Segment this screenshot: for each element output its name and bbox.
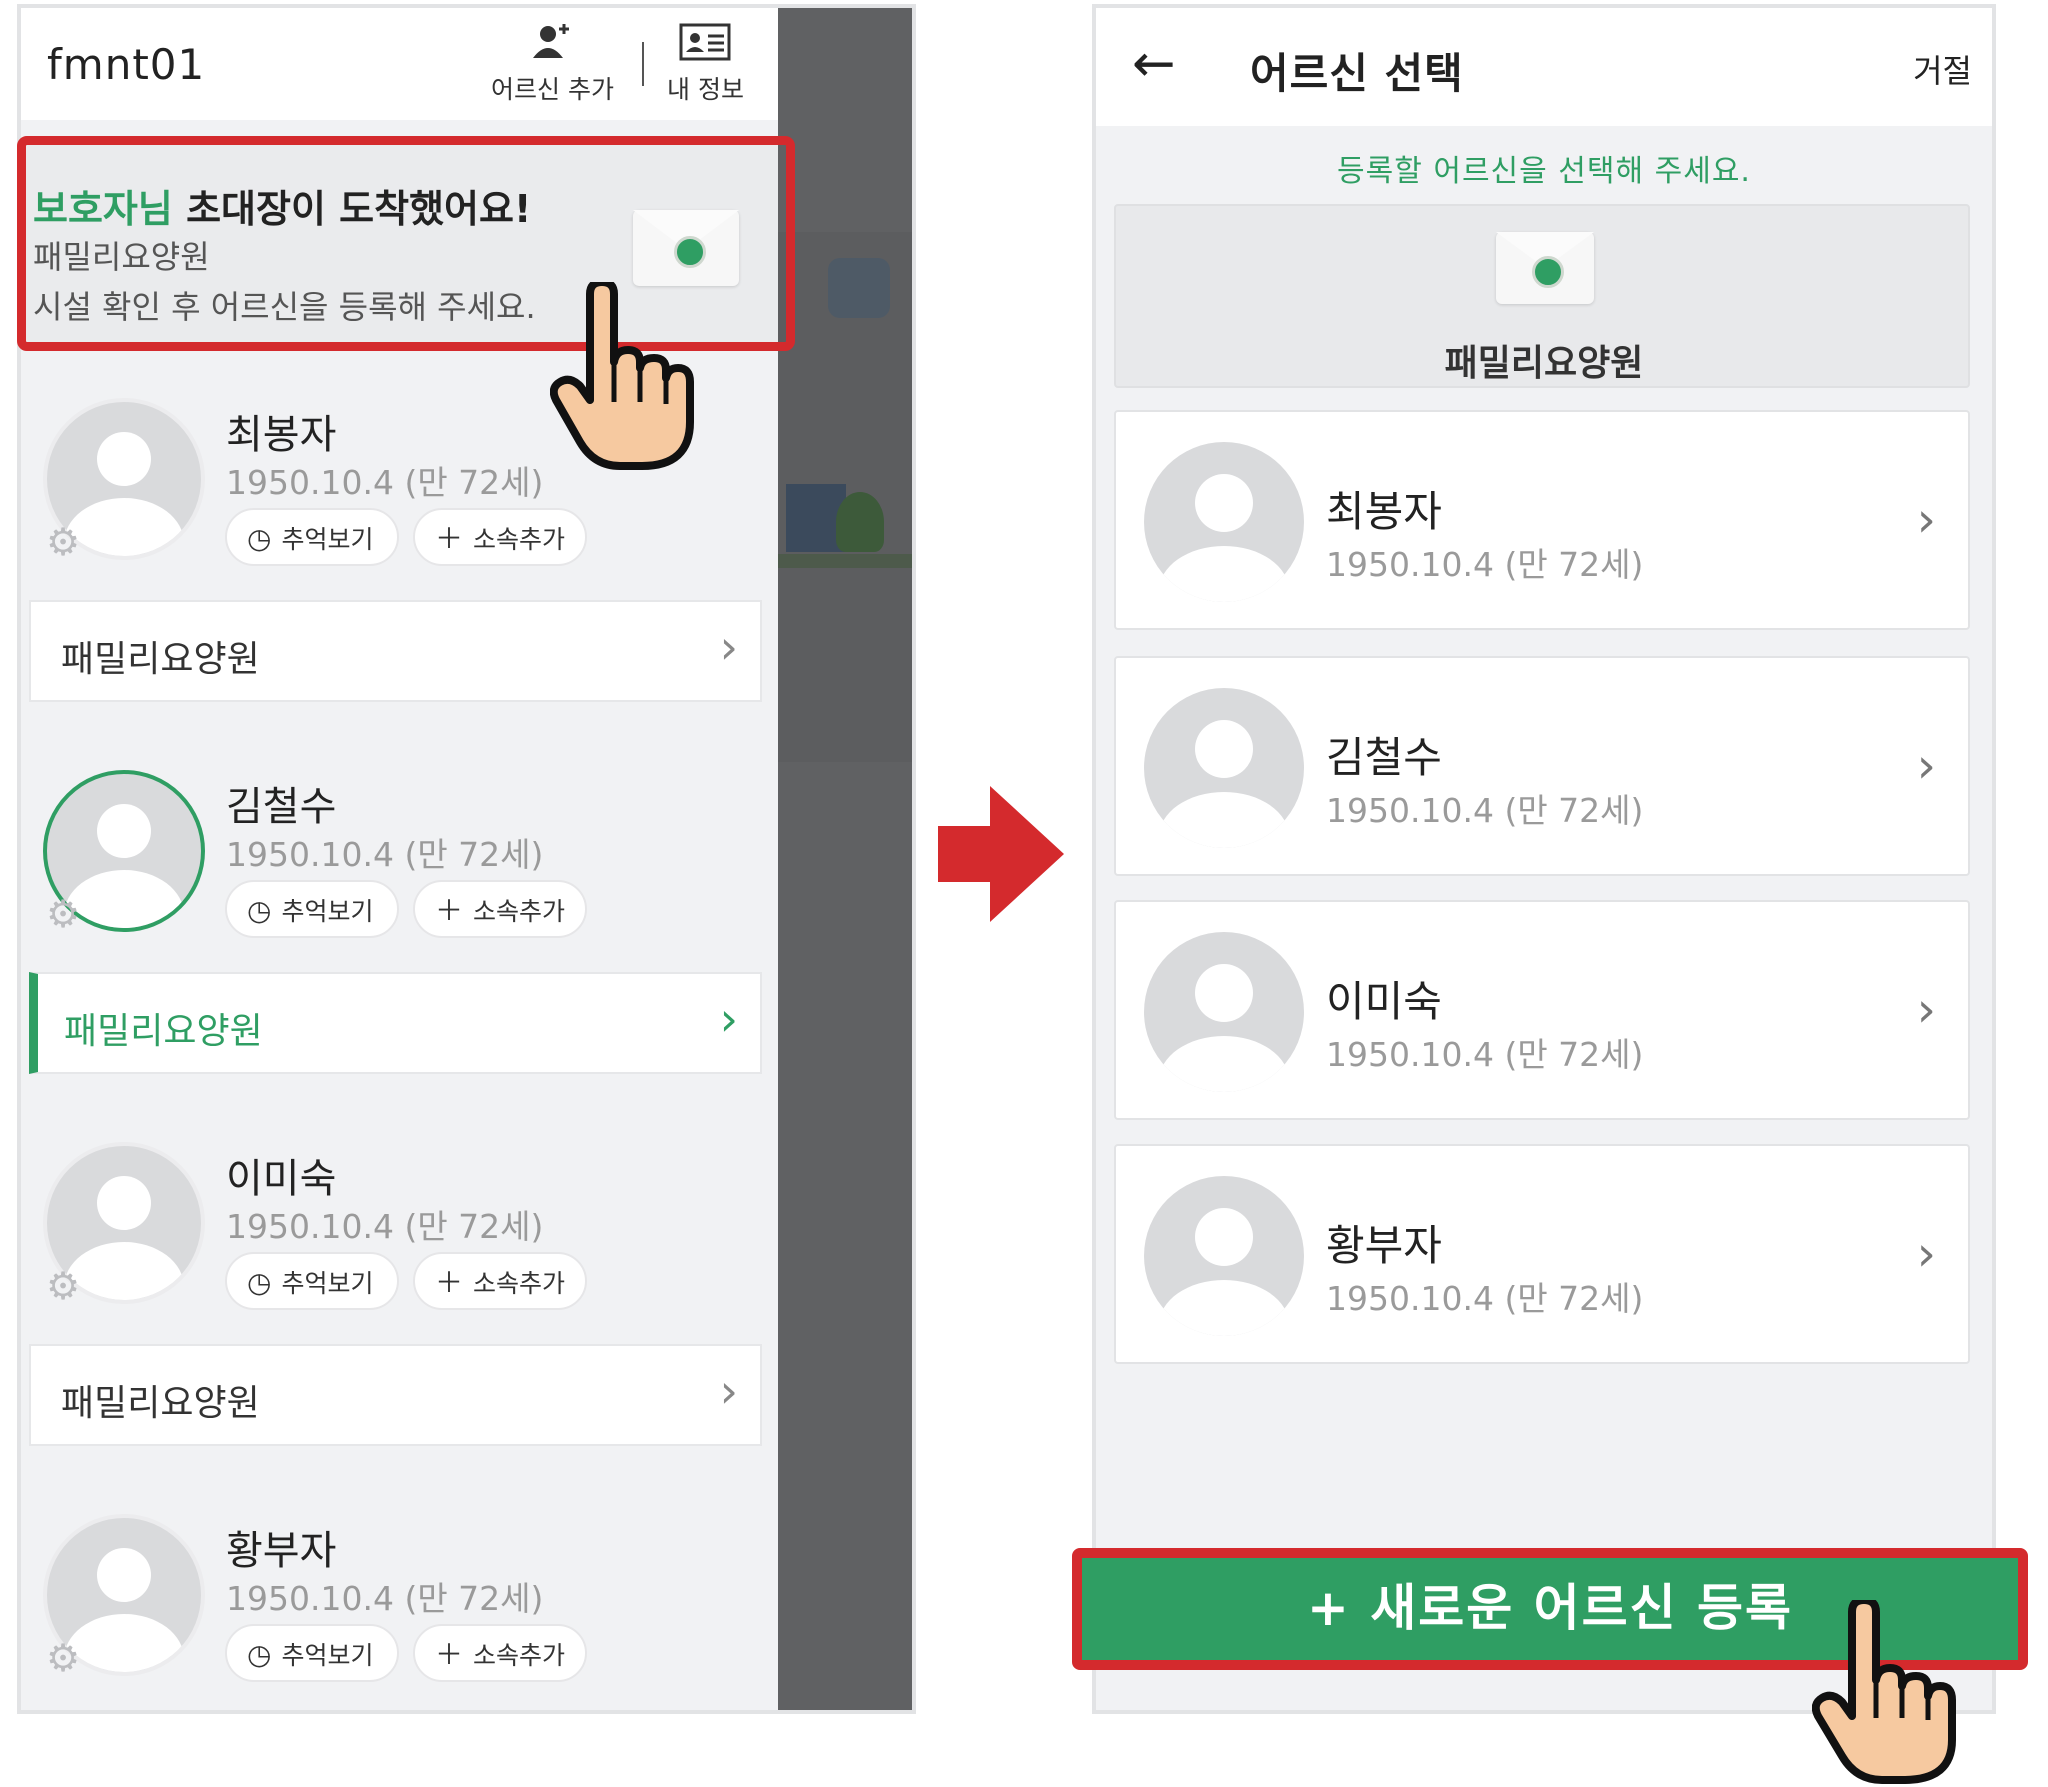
- senior-name: 최봉자: [226, 412, 337, 458]
- facility-row[interactable]: 패밀리요양원 ›: [29, 1344, 762, 1446]
- select-header: ← 어르신 선택 거절: [1096, 8, 1992, 126]
- hand-pointer-icon: [1812, 1600, 1956, 1784]
- senior-profile: ⚙ 김철수 1950.10.4 (만 72세) ◷ 추억보기 ＋ 소속추가: [21, 770, 778, 960]
- chevron-right-icon: ›: [719, 620, 738, 674]
- memories-label: 추억보기: [281, 525, 374, 554]
- add-senior-button[interactable]: 어르신 추가: [491, 22, 614, 106]
- senior-profile: ⚙ 이미숙 1950.10.4 (만 72세) ◷ 추억보기 ＋ 소속추가: [21, 1142, 778, 1332]
- facility-label: 패밀리요양원: [61, 639, 260, 680]
- senior-birth: 1950.10.4 (만 72세): [226, 1579, 544, 1618]
- id-card-icon: [679, 23, 731, 61]
- tree-illustration: [836, 492, 884, 552]
- right-screen: ← 어르신 선택 거절 등록할 어르신을 선택해 주세요. 패밀리요양원 최봉자…: [1092, 4, 1996, 1714]
- chevron-right-icon: ›: [719, 992, 738, 1046]
- add-senior-label: 어르신 추가: [491, 75, 614, 104]
- senior-name: 이미숙: [226, 1156, 337, 1202]
- senior-birth: 1950.10.4 (만 72세): [226, 835, 544, 874]
- clock-icon: ◷: [247, 522, 272, 555]
- senior-select-item[interactable]: 황부자 1950.10.4 (만 72세) ›: [1114, 1144, 1970, 1364]
- memories-label: 추억보기: [281, 1269, 374, 1298]
- memories-button[interactable]: ◷ 추억보기: [225, 1252, 399, 1310]
- senior-birth: 1950.10.4 (만 72세): [226, 463, 544, 502]
- envelope-icon: [1496, 232, 1594, 304]
- avatar: [1144, 688, 1304, 848]
- avatar: [1144, 932, 1304, 1092]
- facility-name: 패밀리요양원: [1444, 343, 1644, 384]
- senior-name: 황부자: [1326, 1221, 1442, 1270]
- senior-select-item[interactable]: 이미숙 1950.10.4 (만 72세) ›: [1114, 900, 1970, 1120]
- add-affiliation-button[interactable]: ＋ 소속추가: [413, 880, 587, 938]
- chevron-right-icon: ›: [1916, 982, 1936, 1038]
- gear-icon[interactable]: ⚙: [43, 1266, 83, 1306]
- hand-pointer-icon: [550, 282, 694, 470]
- add-affiliation-button[interactable]: ＋ 소속추가: [413, 1252, 587, 1310]
- add-affiliation-label: 소속추가: [473, 1641, 566, 1670]
- add-affiliation-label: 소속추가: [473, 897, 566, 926]
- facility-row-selected[interactable]: 패밀리요양원 ›: [29, 972, 762, 1074]
- add-person-icon: [533, 24, 570, 58]
- people-settings-icon: [828, 258, 890, 318]
- drawer-header: fmnt01 어르신 추가 내 정보: [21, 8, 778, 120]
- senior-birth: 1950.10.4 (만 72세): [1326, 545, 1644, 584]
- gear-icon[interactable]: ⚙: [43, 522, 83, 562]
- senior-name: 김철수: [1326, 733, 1442, 782]
- page-title: 어르신 선택: [1250, 49, 1464, 98]
- senior-birth: 1950.10.4 (만 72세): [1326, 1035, 1644, 1074]
- senior-name: 김철수: [226, 784, 337, 830]
- senior-birth: 1950.10.4 (만 72세): [226, 1207, 544, 1246]
- senior-birth: 1950.10.4 (만 72세): [1326, 1279, 1644, 1318]
- senior-profile: ⚙ 황부자 1950.10.4 (만 72세) ◷ 추억보기 ＋ 소속추가: [21, 1514, 778, 1704]
- add-affiliation-button[interactable]: ＋ 소속추가: [413, 508, 587, 566]
- chevron-right-icon: ›: [1916, 738, 1936, 794]
- senior-name: 이미숙: [1326, 977, 1442, 1026]
- chevron-right-icon: ›: [719, 1364, 738, 1418]
- back-arrow-icon[interactable]: ←: [1132, 34, 1176, 94]
- memories-label: 추억보기: [281, 1641, 374, 1670]
- my-info-button[interactable]: 내 정보: [667, 22, 744, 106]
- chevron-right-icon: ›: [1916, 1226, 1936, 1282]
- senior-name: 최봉자: [1326, 487, 1442, 536]
- senior-select-item[interactable]: 최봉자 1950.10.4 (만 72세) ›: [1114, 410, 1970, 630]
- avatar: [1144, 442, 1304, 602]
- plus-icon: ＋: [435, 1266, 464, 1299]
- user-id: fmnt01: [47, 40, 206, 89]
- clock-icon: ◷: [247, 1638, 272, 1671]
- facility-label: 패밀리요양원: [64, 1011, 263, 1052]
- avatar: [1144, 1176, 1304, 1336]
- header-divider: [642, 42, 644, 86]
- add-affiliation-label: 소속추가: [473, 525, 566, 554]
- memories-button[interactable]: ◷ 추억보기: [225, 508, 399, 566]
- senior-name: 황부자: [226, 1528, 337, 1574]
- memories-label: 추억보기: [281, 897, 374, 926]
- gear-icon[interactable]: ⚙: [43, 1638, 83, 1678]
- plus-icon: ＋: [435, 522, 464, 555]
- chevron-right-icon: ›: [1916, 492, 1936, 548]
- plus-icon: ＋: [435, 894, 464, 927]
- instruction-text: 등록할 어르신을 선택해 주세요.: [1337, 154, 1751, 189]
- add-affiliation-button[interactable]: ＋ 소속추가: [413, 1624, 587, 1682]
- senior-select-item[interactable]: 김철수 1950.10.4 (만 72세) ›: [1114, 656, 1970, 876]
- facility-label: 패밀리요양원: [61, 1383, 260, 1424]
- memories-button[interactable]: ◷ 추억보기: [225, 880, 399, 938]
- add-affiliation-label: 소속추가: [473, 1269, 566, 1298]
- clock-icon: ◷: [247, 1266, 272, 1299]
- facility-row[interactable]: 패밀리요양원 ›: [29, 600, 762, 702]
- senior-birth: 1950.10.4 (만 72세): [1326, 791, 1644, 830]
- reject-button[interactable]: 거절: [1913, 46, 1972, 92]
- facility-card: 패밀리요양원: [1114, 204, 1970, 388]
- right-arrow-icon: [938, 786, 1064, 922]
- plus-icon: ＋: [435, 1638, 464, 1671]
- gear-icon[interactable]: ⚙: [43, 894, 83, 934]
- clock-icon: ◷: [247, 894, 272, 927]
- my-info-label: 내 정보: [667, 75, 744, 104]
- memories-button[interactable]: ◷ 추억보기: [225, 1624, 399, 1682]
- dimmed-background[interactable]: [778, 8, 912, 1710]
